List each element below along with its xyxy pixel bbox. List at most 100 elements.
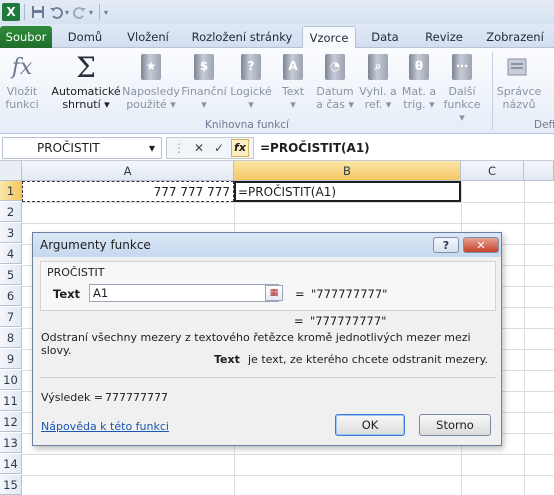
more-book-icon: ⋯ (447, 52, 477, 82)
datetime-label-2: a čas ▾ (316, 98, 354, 111)
logical-label-2: ▾ (248, 98, 254, 111)
row-header-13[interactable]: 13 (0, 433, 22, 453)
insert-function-label-1: Vložit (6, 85, 38, 98)
row-header-1[interactable]: 1 (0, 181, 22, 201)
recent-functions-button[interactable]: ★ Naposledy použité ▾ (122, 52, 180, 111)
function-library-group-label: Knihovna funkcí (205, 119, 289, 131)
customize-qat-icon[interactable]: ▾ (104, 8, 108, 17)
argument-description-label: Text (214, 353, 240, 366)
math-book-icon: θ (404, 52, 434, 82)
lookup-functions-button[interactable]: ⌕ Vyhl. a ref. ▾ (358, 52, 398, 111)
dialog-help-button[interactable]: ? (433, 237, 459, 253)
confirm-entry-icon[interactable]: ✓ (211, 140, 227, 156)
row-header-7[interactable]: 7 (0, 307, 22, 327)
row-header-15[interactable]: 15 (0, 475, 22, 495)
redo-dropdown-icon[interactable]: ▾ (89, 8, 93, 17)
tab-formulas[interactable]: Vzorce (302, 26, 356, 49)
row-header-3[interactable]: 3 (0, 223, 22, 243)
column-header-c[interactable]: C (461, 161, 524, 181)
row-header-9[interactable]: 9 (0, 349, 22, 369)
cancel-button[interactable]: Storno (419, 414, 491, 436)
financial-label-1: Finanční (181, 85, 227, 98)
autosum-label-1: Automatické (51, 85, 121, 98)
tab-home[interactable]: Domů (60, 26, 110, 48)
qat-divider (24, 4, 25, 20)
cancel-entry-icon[interactable]: ✕ (191, 140, 207, 156)
column-header-b[interactable]: B (234, 161, 461, 181)
save-icon[interactable] (29, 3, 47, 21)
argument-description-text: je text, ze kterého chcete odstranit mez… (248, 353, 489, 366)
row-header-2[interactable]: 2 (0, 202, 22, 222)
row-header-11[interactable]: 11 (0, 391, 22, 411)
name-box-dropdown-icon[interactable]: ▾ (149, 141, 155, 155)
tab-file[interactable]: Soubor (0, 26, 52, 48)
tab-insert[interactable]: Vložení (118, 26, 178, 48)
defined-names-group-label: Defi (534, 119, 554, 131)
column-header-d[interactable] (524, 161, 554, 181)
tab-view[interactable]: Zobrazení (480, 26, 550, 48)
column-header-a[interactable]: A (22, 161, 234, 181)
financial-label-2: ▾ (201, 98, 207, 111)
undo-icon[interactable] (47, 3, 65, 21)
formula-result-equals: = (294, 314, 304, 328)
dialog-divider (40, 377, 496, 378)
excel-app-icon[interactable]: X (2, 3, 20, 21)
more-functions-button[interactable]: ⋯ Další funkce ▾ (440, 52, 484, 124)
financial-functions-button[interactable]: $ Finanční ▾ (180, 52, 228, 111)
math-functions-button[interactable]: θ Mat. a trig. ▾ (399, 52, 439, 111)
row-header-4[interactable]: 4 (0, 244, 22, 264)
formula-input[interactable]: =PROČISTIT(A1) (260, 141, 370, 155)
tab-page-layout[interactable]: Rozložení stránky (186, 26, 298, 48)
dialog-close-button[interactable]: ✕ (463, 237, 499, 253)
argument-evaluated-value: "777777777" (311, 287, 388, 301)
name-box[interactable]: PROČISTIT ▾ (2, 136, 162, 159)
cell-a1[interactable]: 777 777 777 (22, 181, 234, 202)
tab-data[interactable]: Data (362, 26, 408, 48)
function-arguments-dialog: Argumenty funkce ? ✕ PROČISTIT Text A1 ▦… (32, 232, 502, 446)
row-header-6[interactable]: 6 (0, 286, 22, 306)
lookup-label-1: Vyhl. a (359, 85, 397, 98)
tab-review[interactable]: Revize (416, 26, 472, 48)
name-box-value: PROČISTIT (37, 140, 100, 155)
text-functions-button[interactable]: A Text ▾ (276, 52, 310, 111)
redo-icon[interactable] (71, 3, 89, 21)
row-header-5[interactable]: 5 (0, 265, 22, 285)
logical-book-icon: ? (236, 52, 266, 82)
argument-equals: = (295, 287, 305, 301)
text-label-2: ▾ (290, 98, 296, 111)
ok-button[interactable]: OK (335, 414, 405, 436)
lookup-book-icon: ⌕ (363, 52, 393, 82)
insert-function-button[interactable]: fx Vložit funkci (3, 52, 41, 111)
result-value: 777777777 (105, 391, 168, 404)
column-gridline (524, 181, 525, 495)
datetime-book-icon: ◔ (320, 52, 350, 82)
help-on-function-link[interactable]: Nápověda k této funkci (41, 420, 169, 433)
undo-dropdown-icon[interactable]: ▾ (65, 8, 69, 17)
recent-label-2: použité ▾ (126, 98, 176, 111)
formula-bar: PROČISTIT ▾ ⋮ ✕ ✓ fx =PROČISTIT(A1) (0, 135, 554, 161)
formula-result-preview: "777777777" (310, 314, 387, 328)
insert-function-icon: fx (11, 54, 33, 80)
insert-function-fx-icon[interactable]: fx (231, 138, 249, 157)
resize-handle-icon[interactable]: ⋮ (171, 140, 187, 156)
result-label: Výsledek = (41, 391, 104, 404)
datetime-functions-button[interactable]: ◔ Datum a čas ▾ (312, 52, 358, 111)
cell-b1[interactable]: =PROČISTIT(A1) (234, 181, 461, 202)
ribbon-tabs: Soubor Domů Vložení Rozložení stránky Vz… (0, 24, 554, 49)
row-header-12[interactable]: 12 (0, 412, 22, 432)
function-name: PROČISTIT (47, 266, 105, 279)
insert-function-label-2: funkci (5, 98, 39, 111)
dialog-titlebar[interactable]: Argumenty funkce ? ✕ (33, 233, 501, 257)
row-header-8[interactable]: 8 (0, 328, 22, 348)
select-all-corner[interactable] (0, 161, 22, 181)
collapse-dialog-icon[interactable]: ▦ (265, 285, 283, 301)
row-header-10[interactable]: 10 (0, 370, 22, 390)
name-manager-button[interactable]: Správce názvů (496, 52, 542, 111)
logical-functions-button[interactable]: ? Logické ▾ (229, 52, 273, 111)
autosum-button[interactable]: Σ Automatické shrnutí ▾ (51, 52, 121, 111)
row-header-14[interactable]: 14 (0, 454, 22, 474)
text-argument-input[interactable]: A1 (89, 284, 279, 302)
autosum-label-2: shrnutí ▾ (62, 98, 110, 111)
logical-label-1: Logické (230, 85, 272, 98)
arguments-group: PROČISTIT Text A1 ▦ = "777777777" (40, 261, 496, 311)
